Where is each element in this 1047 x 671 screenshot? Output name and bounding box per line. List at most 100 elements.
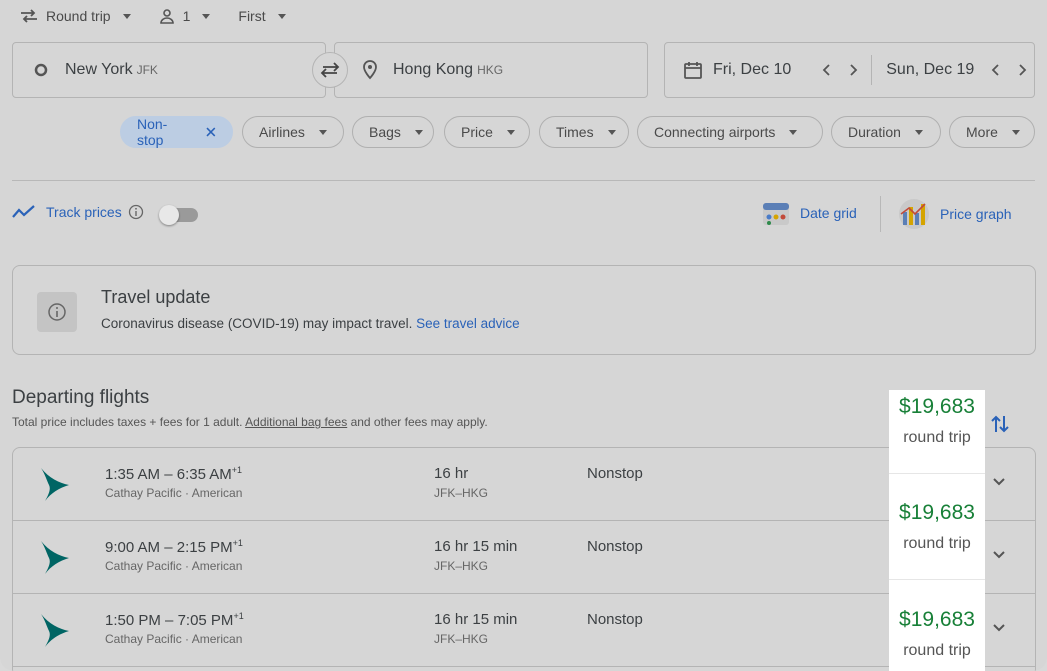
- round-trip-icon: [21, 9, 37, 23]
- cabin-select[interactable]: First: [238, 8, 286, 24]
- passengers-select[interactable]: 1: [159, 8, 211, 24]
- subtitle-text: Total price includes taxes + fees for 1 …: [12, 415, 243, 429]
- price-column: $19,683 round trip $19,683 round trip $1…: [889, 390, 985, 671]
- cabin-label: First: [238, 8, 266, 24]
- flight-stops: Nonstop: [587, 611, 643, 628]
- flight-times: 9:00 AM – 2:15 PM+1: [105, 538, 243, 556]
- filter-more[interactable]: More: [949, 116, 1035, 148]
- filter-label: Bags: [369, 124, 401, 140]
- travel-advice-link[interactable]: See travel advice: [416, 316, 520, 331]
- flight-duration: 16 hr 15 min: [434, 611, 518, 628]
- price-graph-label: Price graph: [940, 206, 1012, 222]
- flight-row[interactable]: 1:35 AM – 6:35 AM+1 Cathay Pacific · Ame…: [13, 448, 1035, 521]
- day-offset: +1: [232, 538, 243, 548]
- filter-airlines[interactable]: Airlines: [242, 116, 344, 148]
- flight-price[interactable]: $19,683 round trip: [889, 496, 985, 580]
- expand-chevron-icon[interactable]: [991, 549, 1007, 561]
- divider: [889, 579, 985, 580]
- swap-button[interactable]: [312, 52, 348, 88]
- date-divider: [871, 55, 873, 85]
- sort-button[interactable]: [990, 413, 1010, 440]
- chevron-right-icon[interactable]: [849, 63, 859, 77]
- filter-price[interactable]: Price: [444, 116, 530, 148]
- travel-update-card: Travel update Coronavirus disease (COVID…: [12, 265, 1036, 355]
- day-offset: +1: [231, 465, 243, 475]
- filter-nonstop[interactable]: Non-stop: [120, 116, 233, 148]
- return-date[interactable]: Sun, Dec 19: [886, 61, 974, 79]
- trend-icon: [12, 205, 35, 218]
- airline-name: Cathay Pacific · American: [105, 632, 243, 646]
- chevron-down-icon: [318, 129, 327, 135]
- destination-code: HKG: [477, 63, 504, 77]
- dates-field: Fri, Dec 10 Sun, Dec 19: [664, 42, 1035, 98]
- cathay-pacific-logo: [41, 541, 69, 574]
- price-amount: $19,683: [899, 395, 975, 418]
- travel-update-title: Travel update: [101, 287, 211, 307]
- origin-field[interactable]: New York JFK: [12, 42, 326, 98]
- chevron-left-icon[interactable]: [821, 63, 831, 77]
- filter-label: Duration: [848, 124, 901, 140]
- chevron-down-icon: [277, 13, 286, 19]
- depart-date[interactable]: Fri, Dec 10: [713, 61, 791, 79]
- date-grid-button[interactable]: Date grid: [762, 198, 857, 228]
- depart-time: 1:50 PM: [105, 612, 161, 629]
- trip-type-select[interactable]: Round trip: [20, 8, 131, 24]
- filter-duration[interactable]: Duration: [831, 116, 941, 148]
- bag-fees-link[interactable]: Additional bag fees: [245, 415, 347, 429]
- expand-chevron-icon[interactable]: [991, 476, 1007, 488]
- clear-x-icon[interactable]: [206, 127, 216, 137]
- filter-label: Price: [461, 124, 493, 140]
- date-grid-icon: [763, 203, 789, 225]
- chevron-left-icon[interactable]: [990, 63, 1000, 77]
- date-grid-label: Date grid: [800, 205, 857, 221]
- flight-stops: Nonstop: [587, 465, 643, 482]
- chevron-down-icon: [414, 129, 423, 135]
- filter-connecting-airports[interactable]: Connecting airports: [637, 116, 823, 148]
- filter-times[interactable]: Times: [539, 116, 629, 148]
- flight-stops: Nonstop: [587, 538, 643, 555]
- flight-price[interactable]: $19,683 round trip: [889, 390, 985, 474]
- divider: [12, 180, 1035, 181]
- flight-list: 1:35 AM – 6:35 AM+1 Cathay Pacific · Ame…: [12, 447, 1036, 671]
- destination-city: Hong Kong: [393, 61, 474, 78]
- calendar-icon: [684, 62, 702, 79]
- person-icon: [159, 9, 174, 24]
- chevron-down-icon: [122, 13, 131, 19]
- day-offset: +1: [233, 611, 244, 621]
- destination-field[interactable]: Hong Kong HKG: [334, 42, 648, 98]
- arrive-time: 2:15 PM: [176, 539, 233, 556]
- info-icon[interactable]: [128, 204, 144, 220]
- travel-update-message: Coronavirus disease (COVID-19) may impac…: [101, 316, 520, 331]
- cathay-pacific-logo: [41, 468, 69, 501]
- toggle-knob: [159, 205, 179, 225]
- filter-label: Times: [556, 124, 594, 140]
- origin-code: JFK: [136, 63, 158, 77]
- divider: [880, 196, 881, 232]
- flight-row[interactable]: 9:00 AM – 2:15 PM+1 Cathay Pacific · Ame…: [13, 521, 1035, 594]
- price-graph-button[interactable]: Price graph: [898, 198, 1012, 230]
- flight-route: JFK–HKG: [434, 486, 489, 500]
- flight-times: 1:35 AM – 6:35 AM+1: [105, 465, 243, 483]
- price-note: round trip: [903, 429, 971, 446]
- filter-label: Airlines: [259, 124, 305, 140]
- price-note: round trip: [903, 642, 971, 659]
- track-prices: Track prices: [12, 204, 144, 220]
- passengers-count: 1: [182, 8, 191, 24]
- flight-duration: 16 hr: [434, 465, 469, 482]
- track-prices-toggle[interactable]: [159, 205, 198, 225]
- filter-label: Connecting airports: [654, 124, 776, 140]
- price-note: round trip: [903, 535, 971, 552]
- info-icon: [37, 292, 77, 332]
- flight-row[interactable]: 1:50 PM – 7:05 PM+1 Cathay Pacific · Ame…: [13, 594, 1035, 667]
- flight-price[interactable]: $19,683 round trip: [889, 603, 985, 671]
- chevron-down-icon: [789, 129, 798, 135]
- sort-icon: [991, 415, 1009, 433]
- flight-duration: 16 hr 15 min: [434, 538, 518, 555]
- chevron-right-icon[interactable]: [1018, 63, 1028, 77]
- airline-name: Cathay Pacific · American: [105, 486, 243, 500]
- travel-update-text: Coronavirus disease (COVID-19) may impac…: [101, 316, 413, 331]
- chevron-down-icon: [506, 129, 515, 135]
- expand-chevron-icon[interactable]: [991, 622, 1007, 634]
- filter-bags[interactable]: Bags: [352, 116, 434, 148]
- arrive-time: 7:05 PM: [177, 612, 234, 629]
